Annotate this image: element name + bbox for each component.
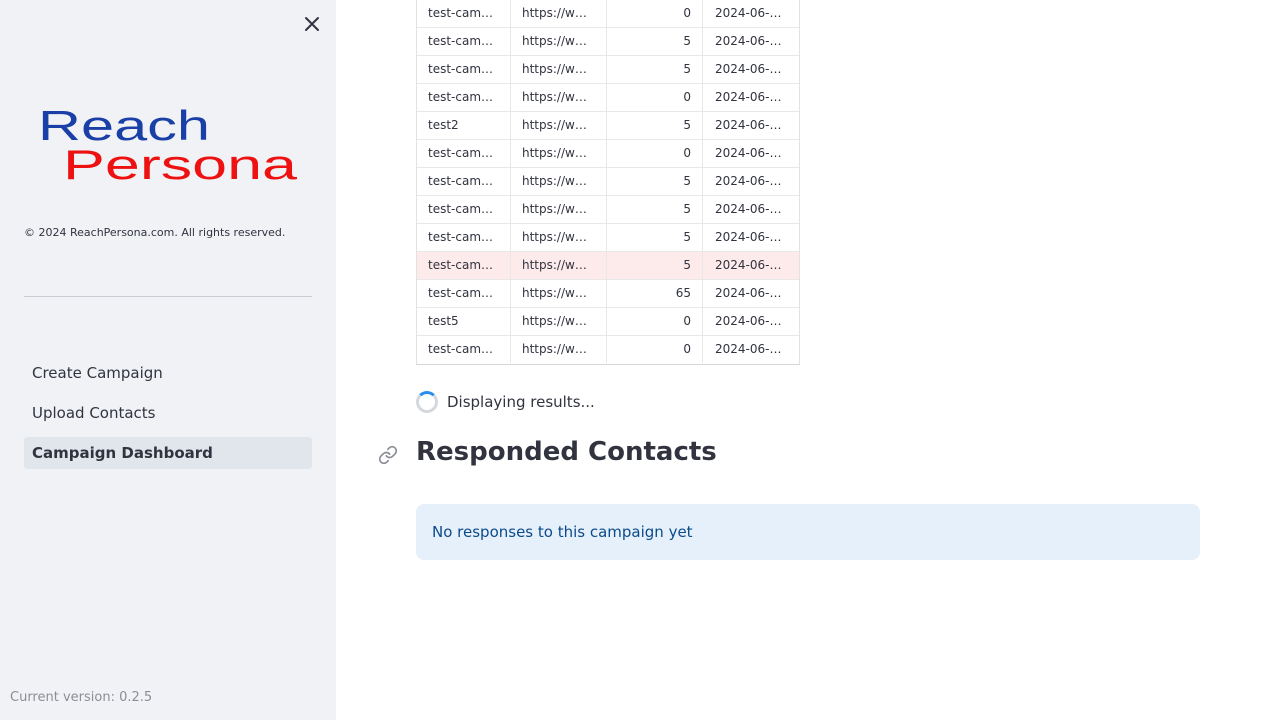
cell-date[interactable]: 2024-06-1… xyxy=(703,84,799,111)
cell-campaign-name[interactable]: test-camp… xyxy=(417,28,511,55)
cell-campaign-name[interactable]: test-camp… xyxy=(417,84,511,111)
copyright-text: © 2024 ReachPersona.com. All rights rese… xyxy=(24,226,286,239)
link-icon[interactable] xyxy=(378,445,398,465)
cell-campaign-name[interactable]: test-camp… xyxy=(417,252,511,279)
close-icon xyxy=(305,17,319,31)
table-row[interactable]: test-camp… https://w… 65 2024-06-1… xyxy=(417,280,799,308)
loading-status: Displaying results... xyxy=(416,390,595,414)
cell-count[interactable]: 5 xyxy=(607,168,703,195)
cell-count[interactable]: 5 xyxy=(607,196,703,223)
table-row[interactable]: test-camp… https://w… 5 2024-06-2… xyxy=(417,252,799,280)
cell-url[interactable]: https://w… xyxy=(511,336,607,363)
table-row[interactable]: test2 https://w… 5 2024-06-1… xyxy=(417,112,799,140)
sidebar-nav: Create Campaign Upload Contacts Campaign… xyxy=(24,357,312,477)
cell-campaign-name[interactable]: test-camp… xyxy=(417,0,511,27)
cell-campaign-name[interactable]: test2 xyxy=(417,112,511,139)
cell-date[interactable]: 2024-06-0… xyxy=(703,308,799,335)
cell-campaign-name[interactable]: test-camp… xyxy=(417,336,511,363)
table-row[interactable]: test-camp… https://w… 0 2024-06-1… xyxy=(417,140,799,168)
cell-date[interactable]: 2024-06-1… xyxy=(703,280,799,307)
cell-url[interactable]: https://w… xyxy=(511,28,607,55)
no-responses-info-box: No responses to this campaign yet xyxy=(416,504,1200,560)
close-sidebar-button[interactable] xyxy=(300,12,324,36)
nav-item-create-campaign[interactable]: Create Campaign xyxy=(24,357,312,389)
responded-contacts-heading: Responded Contacts xyxy=(416,437,717,467)
cell-campaign-name[interactable]: test5 xyxy=(417,308,511,335)
cell-date[interactable]: 2024-06-2… xyxy=(703,252,799,279)
loading-text: Displaying results... xyxy=(447,393,595,411)
cell-url[interactable]: https://w… xyxy=(511,252,607,279)
cell-count[interactable]: 5 xyxy=(607,252,703,279)
nav-item-campaign-dashboard[interactable]: Campaign Dashboard xyxy=(24,437,312,469)
cell-count[interactable]: 5 xyxy=(607,224,703,251)
cell-date[interactable]: 2024-06-1… xyxy=(703,196,799,223)
table-row[interactable]: test-camp… https://w… 5 2024-06-1… xyxy=(417,224,799,252)
table-row[interactable]: test-camp… https://w… 5 2024-06-1… xyxy=(417,28,799,56)
cell-url[interactable]: https://w… xyxy=(511,168,607,195)
table-row[interactable]: test-camp… https://w… 0 2024-06-1… xyxy=(417,0,799,28)
cell-url[interactable]: https://w… xyxy=(511,84,607,111)
campaign-table[interactable]: test-camp… https://w… 0 2024-06-1… test-camp… xyxy=(416,0,800,365)
cell-count[interactable]: 0 xyxy=(607,336,703,363)
cell-url[interactable]: https://w… xyxy=(511,196,607,223)
cell-count[interactable]: 0 xyxy=(607,0,703,27)
table-row[interactable]: test-camp… https://w… 0 2024-06-1… xyxy=(417,336,799,364)
cell-campaign-name[interactable]: test-camp… xyxy=(417,280,511,307)
table-row[interactable]: test-camp… https://w… 5 2024-06-1… xyxy=(417,196,799,224)
cell-count[interactable]: 0 xyxy=(607,84,703,111)
cell-date[interactable]: 2024-06-1… xyxy=(703,224,799,251)
cell-date[interactable]: 2024-06-1… xyxy=(703,112,799,139)
cell-date[interactable]: 2024-06-1… xyxy=(703,168,799,195)
no-responses-message: No responses to this campaign yet xyxy=(432,523,693,541)
table-row[interactable]: test5 https://w… 0 2024-06-0… xyxy=(417,308,799,336)
table-row[interactable]: test-camp… https://w… 5 2024-06-1… xyxy=(417,56,799,84)
main-content: test-camp… https://w… 0 2024-06-1… test-camp… xyxy=(336,0,1280,720)
table-row[interactable]: test-camp… https://w… 0 2024-06-1… xyxy=(417,84,799,112)
cell-campaign-name[interactable]: test-camp… xyxy=(417,56,511,83)
cell-url[interactable]: https://w… xyxy=(511,112,607,139)
cell-date[interactable]: 2024-06-1… xyxy=(703,140,799,167)
sidebar: Reach Persona © 2024 ReachPersona.com. A… xyxy=(0,0,336,720)
cell-count[interactable]: 65 xyxy=(607,280,703,307)
spinner-icon xyxy=(416,391,438,413)
cell-campaign-name[interactable]: test-camp… xyxy=(417,196,511,223)
cell-count[interactable]: 0 xyxy=(607,308,703,335)
cell-count[interactable]: 5 xyxy=(607,28,703,55)
cell-date[interactable]: 2024-06-1… xyxy=(703,56,799,83)
cell-url[interactable]: https://w… xyxy=(511,56,607,83)
table-row[interactable]: test-camp… https://w… 5 2024-06-1… xyxy=(417,168,799,196)
cell-url[interactable]: https://w… xyxy=(511,280,607,307)
cell-campaign-name[interactable]: test-camp… xyxy=(417,168,511,195)
cell-url[interactable]: https://w… xyxy=(511,0,607,27)
cell-count[interactable]: 5 xyxy=(607,112,703,139)
nav-item-upload-contacts[interactable]: Upload Contacts xyxy=(24,397,312,429)
cell-campaign-name[interactable]: test-camp… xyxy=(417,224,511,251)
reachpersona-logo: Reach Persona xyxy=(38,104,298,186)
version-text: Current version: 0.2.5 xyxy=(10,690,153,705)
cell-url[interactable]: https://w… xyxy=(511,308,607,335)
logo-line2: Persona xyxy=(63,141,298,186)
sidebar-divider xyxy=(24,296,312,297)
cell-date[interactable]: 2024-06-1… xyxy=(703,28,799,55)
cell-url[interactable]: https://w… xyxy=(511,140,607,167)
cell-count[interactable]: 5 xyxy=(607,56,703,83)
cell-count[interactable]: 0 xyxy=(607,140,703,167)
cell-campaign-name[interactable]: test-camp… xyxy=(417,140,511,167)
cell-date[interactable]: 2024-06-1… xyxy=(703,0,799,27)
cell-date[interactable]: 2024-06-1… xyxy=(703,336,799,363)
cell-url[interactable]: https://w… xyxy=(511,224,607,251)
